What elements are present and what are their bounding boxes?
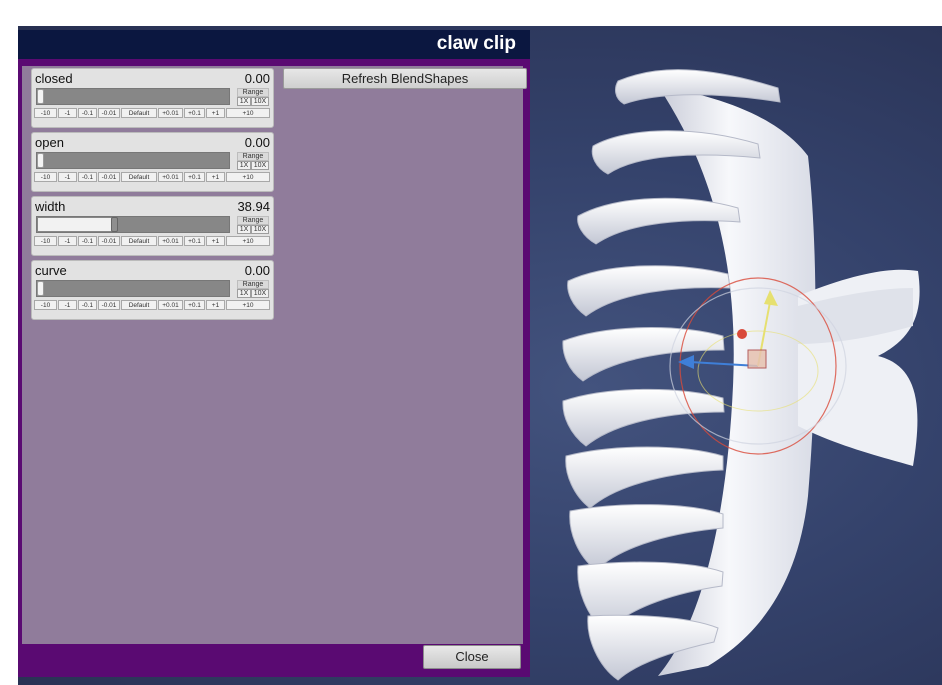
step-button-row: -10 -1 -0.1 -0.01 Default +0.01 +0.1 +1 +10: [34, 300, 272, 310]
range-10x-button[interactable]: 10X: [251, 225, 269, 234]
blendshape-open: open 0.00 Range 1X 10X -10 -1 -0.1 -0.01 Default +…: [31, 132, 274, 192]
step-button[interactable]: +0.1: [184, 236, 205, 246]
blendshape-slider[interactable]: [36, 280, 230, 297]
blendshape-name: open: [35, 135, 64, 150]
blendshape-closed: closed 0.00 Range 1X 10X -10 -1 -0.1 -0.01 Defaul…: [31, 68, 274, 128]
step-button[interactable]: -10: [34, 172, 57, 182]
slider-handle[interactable]: [37, 281, 44, 296]
step-button[interactable]: -1: [58, 236, 77, 246]
step-button[interactable]: -1: [58, 172, 77, 182]
step-button[interactable]: Default: [121, 172, 157, 182]
step-button[interactable]: +0.1: [184, 172, 205, 182]
step-button[interactable]: +0.01: [158, 108, 183, 118]
step-button[interactable]: +1: [206, 108, 225, 118]
step-button[interactable]: -0.1: [78, 108, 97, 118]
blendshape-value: 0.00: [244, 135, 270, 150]
step-button[interactable]: +0.01: [158, 300, 183, 310]
range-label: Range: [237, 280, 269, 289]
blendshape-width: width 38.94 Range 1X 10X -10 -1 -0.1 -0.01 Defaul…: [31, 196, 274, 256]
step-button[interactable]: -0.1: [78, 172, 97, 182]
title-bar: claw clip: [18, 30, 530, 59]
step-button[interactable]: +10: [226, 108, 270, 118]
step-button[interactable]: Default: [121, 300, 157, 310]
blendshape-name: curve: [35, 263, 67, 278]
blendshape-value: 0.00: [244, 71, 270, 86]
step-button[interactable]: Default: [121, 108, 157, 118]
refresh-blendshapes-button[interactable]: Refresh BlendShapes: [283, 68, 527, 89]
blendshape-name: closed: [35, 71, 73, 86]
range-label: Range: [237, 88, 269, 97]
step-button[interactable]: +10: [226, 172, 270, 182]
range-10x-button[interactable]: 10X: [251, 289, 269, 298]
step-button[interactable]: -10: [34, 108, 57, 118]
step-button[interactable]: +1: [206, 300, 225, 310]
range-1x-button[interactable]: 1X: [237, 97, 251, 106]
slider-handle[interactable]: [111, 217, 118, 232]
panel-content: closed 0.00 Range 1X 10X -10 -1 -0.1 -0.01 Defaul…: [22, 66, 527, 671]
range-10x-button[interactable]: 10X: [251, 97, 269, 106]
slider-handle[interactable]: [37, 153, 44, 168]
step-button[interactable]: +0.01: [158, 172, 183, 182]
blendshape-slider[interactable]: [36, 88, 230, 105]
slider-handle[interactable]: [37, 89, 44, 104]
step-button[interactable]: -10: [34, 236, 57, 246]
close-button[interactable]: Close: [423, 645, 521, 669]
step-button[interactable]: -0.01: [98, 300, 120, 310]
blendshape-value: 38.94: [237, 199, 270, 214]
step-button[interactable]: +1: [206, 172, 225, 182]
blendshape-panel: claw clip closed 0.00 Range 1X 10X -10 -1 -0.1-…: [18, 30, 530, 677]
step-button[interactable]: +0.1: [184, 108, 205, 118]
blendshape-curve: curve 0.00 Range 1X 10X -10 -1 -0.1 -0.01 Default…: [31, 260, 274, 320]
blendshape-slider[interactable]: [36, 216, 230, 233]
blendshape-value: 0.00: [244, 263, 270, 278]
range-10x-button[interactable]: 10X: [251, 161, 269, 170]
step-button[interactable]: -0.1: [78, 236, 97, 246]
step-button[interactable]: -1: [58, 300, 77, 310]
step-button[interactable]: -0.01: [98, 108, 120, 118]
step-button[interactable]: +10: [226, 236, 270, 246]
blendshape-name: width: [35, 199, 66, 214]
step-button[interactable]: -0.1: [78, 300, 97, 310]
step-button[interactable]: +0.1: [184, 300, 205, 310]
step-button[interactable]: -0.01: [98, 172, 120, 182]
step-button[interactable]: +1: [206, 236, 225, 246]
range-label: Range: [237, 152, 269, 161]
step-button[interactable]: +10: [226, 300, 270, 310]
step-button-row: -10 -1 -0.1 -0.01 Default +0.01 +0.1 +1 +10: [34, 172, 272, 182]
step-button-row: -10 -1 -0.1 -0.01 Default +0.01 +0.1 +1 +10: [34, 236, 272, 246]
step-button-row: -10 -1 -0.1 -0.01 Default +0.01 +0.1 +1 +10: [34, 108, 272, 118]
range-1x-button[interactable]: 1X: [237, 225, 251, 234]
slider-fill: [38, 218, 112, 231]
step-button[interactable]: -1: [58, 108, 77, 118]
step-button[interactable]: Default: [121, 236, 157, 246]
step-button[interactable]: -10: [34, 300, 57, 310]
app-screen: claw clip closed 0.00 Range 1X 10X -10 -1 -0.1-…: [0, 0, 942, 685]
range-label: Range: [237, 216, 269, 225]
step-button[interactable]: +0.01: [158, 236, 183, 246]
range-1x-button[interactable]: 1X: [237, 289, 251, 298]
window-title: claw clip: [436, 33, 516, 54]
blendshape-slider[interactable]: [36, 152, 230, 169]
step-button[interactable]: -0.01: [98, 236, 120, 246]
range-1x-button[interactable]: 1X: [237, 161, 251, 170]
